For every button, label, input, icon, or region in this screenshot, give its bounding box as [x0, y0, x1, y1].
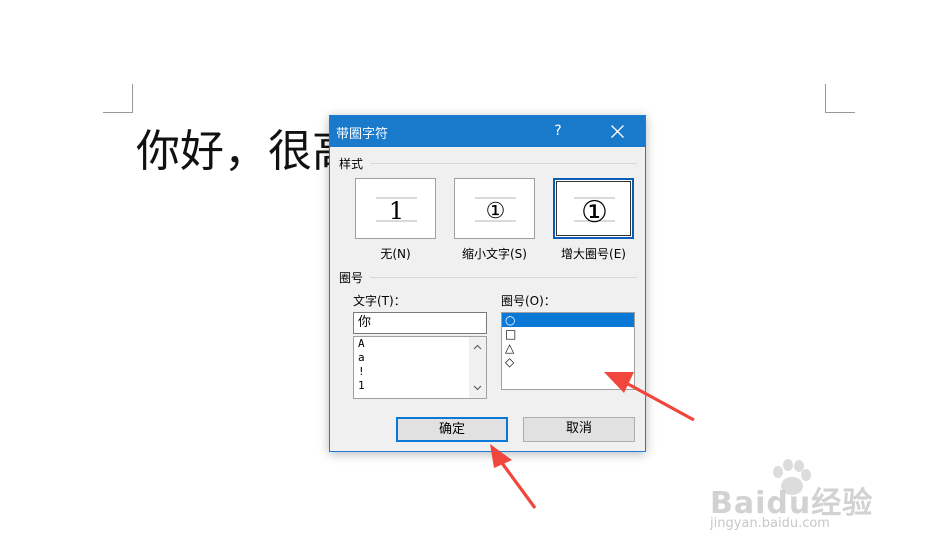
annotation-arrow-ok — [490, 444, 537, 509]
baidu-jingyan-watermark: Baidu经验 jingyan.baidu.com — [710, 458, 880, 548]
annotation-arrow-enclosure — [604, 372, 695, 422]
watermark-url: jingyan.baidu.com — [710, 516, 830, 531]
